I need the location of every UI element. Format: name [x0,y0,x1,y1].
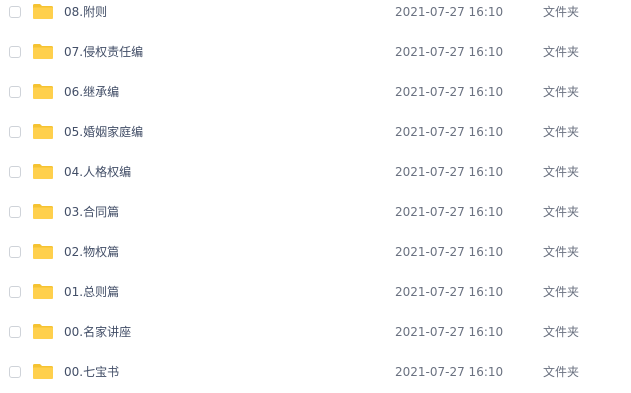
row-checkbox[interactable] [9,206,21,218]
file-type: 文件夹 [543,125,580,139]
file-row[interactable]: 04.人格权编 2021-07-27 16:10 文件夹 [0,153,631,193]
file-type: 文件夹 [543,5,580,19]
file-type: 文件夹 [543,365,580,379]
row-checkbox[interactable] [9,126,21,138]
file-modified-date: 2021-07-27 16:10 [395,325,504,339]
folder-icon [33,324,53,339]
row-checkbox[interactable] [9,246,21,258]
file-modified-date: 2021-07-27 16:10 [395,245,504,259]
row-checkbox[interactable] [9,366,21,378]
folder-icon [33,164,53,179]
file-modified-date: 2021-07-27 16:10 [395,125,504,139]
file-modified-date: 2021-07-27 16:10 [395,205,504,219]
file-name[interactable]: 05.婚姻家庭编 [64,124,143,140]
file-modified-date: 2021-07-27 16:10 [395,165,504,179]
row-checkbox[interactable] [9,46,21,58]
file-row[interactable]: 00.名家讲座 2021-07-27 16:10 文件夹 [0,313,631,353]
file-row[interactable]: 00.七宝书 2021-07-27 16:10 文件夹 [0,353,631,393]
folder-icon [33,284,53,299]
file-type: 文件夹 [543,205,580,219]
file-modified-date: 2021-07-27 16:10 [395,5,504,19]
folder-icon [33,44,53,59]
folder-icon [33,4,53,19]
folder-icon [33,84,53,99]
file-name[interactable]: 02.物权篇 [64,244,119,260]
file-row[interactable]: 06.继承编 2021-07-27 16:10 文件夹 [0,73,631,113]
file-row[interactable]: 08.附则 2021-07-27 16:10 文件夹 [0,0,631,33]
folder-icon [33,244,53,259]
file-name[interactable]: 00.七宝书 [64,364,119,380]
file-modified-date: 2021-07-27 16:10 [395,85,504,99]
file-type: 文件夹 [543,45,580,59]
file-modified-date: 2021-07-27 16:10 [395,365,504,379]
file-name[interactable]: 03.合同篇 [64,204,119,220]
file-modified-date: 2021-07-27 16:10 [395,285,504,299]
row-checkbox[interactable] [9,286,21,298]
row-checkbox[interactable] [9,6,21,18]
file-name[interactable]: 06.继承编 [64,84,119,100]
file-name[interactable]: 07.侵权责任编 [64,44,143,60]
file-name[interactable]: 08.附则 [64,4,107,20]
row-checkbox[interactable] [9,166,21,178]
file-type: 文件夹 [543,245,580,259]
file-type: 文件夹 [543,165,580,179]
file-row[interactable]: 02.物权篇 2021-07-27 16:10 文件夹 [0,233,631,273]
file-row[interactable]: 01.总则篇 2021-07-27 16:10 文件夹 [0,273,631,313]
file-row[interactable]: 05.婚姻家庭编 2021-07-27 16:10 文件夹 [0,113,631,153]
folder-icon [33,124,53,139]
row-checkbox[interactable] [9,86,21,98]
file-type: 文件夹 [543,285,580,299]
file-row[interactable]: 07.侵权责任编 2021-07-27 16:10 文件夹 [0,33,631,73]
file-name[interactable]: 00.名家讲座 [64,324,131,340]
file-list: 08.附则 2021-07-27 16:10 文件夹 07.侵权责任编 2021… [0,0,631,393]
file-type: 文件夹 [543,325,580,339]
file-name[interactable]: 01.总则篇 [64,284,119,300]
file-type: 文件夹 [543,85,580,99]
file-modified-date: 2021-07-27 16:10 [395,45,504,59]
row-checkbox[interactable] [9,326,21,338]
file-name[interactable]: 04.人格权编 [64,164,131,180]
folder-icon [33,204,53,219]
file-row[interactable]: 03.合同篇 2021-07-27 16:10 文件夹 [0,193,631,233]
folder-icon [33,364,53,379]
